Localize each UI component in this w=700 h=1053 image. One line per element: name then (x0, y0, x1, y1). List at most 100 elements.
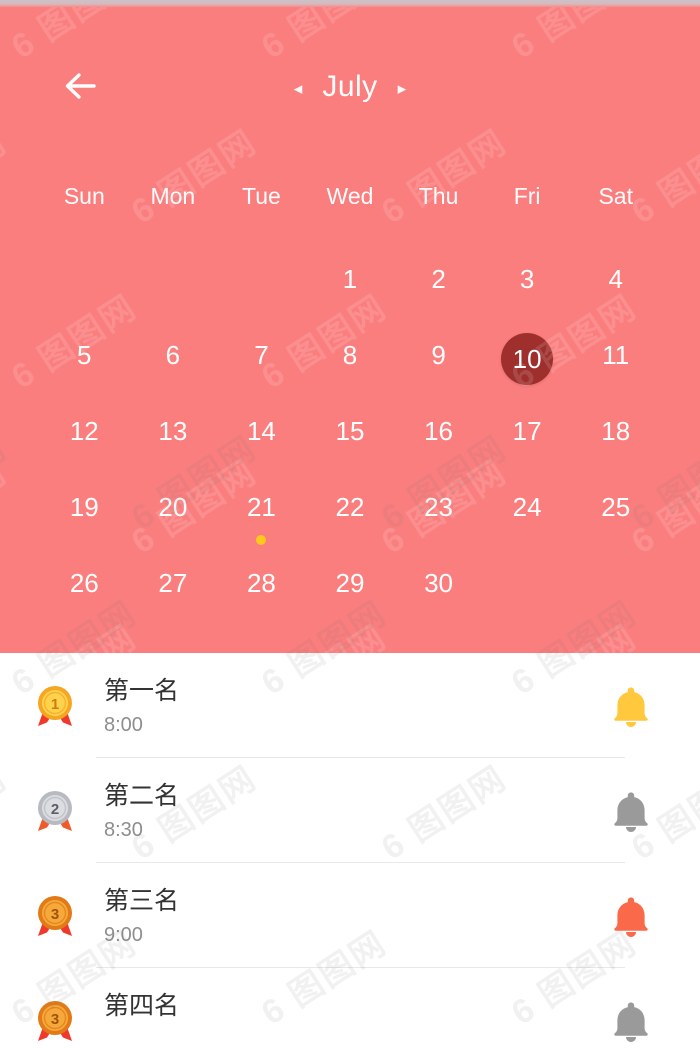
weekday-label-sun: Sun (63, 183, 105, 209)
date-number: 22 (335, 492, 365, 522)
alarm-list: 1 第一名 8:00 2 第二名 8:30 3 第三名 9:00 3 第四名 图… (0, 429, 700, 1053)
list-item-time: 8:30 (104, 818, 143, 841)
date-cell-3[interactable]: 3 (483, 257, 572, 333)
date-cell-16[interactable]: 16 (394, 409, 483, 485)
list-item-text: 第二名 8:30 (104, 779, 179, 845)
date-number: 25 (601, 492, 631, 522)
date-grid: 1 2 3 4 5 6 7 8 9 10 11 12 13 14 15 16 17 18 19 20 21 22 23 24 2… (40, 257, 660, 637)
rank-medal: 3 (28, 889, 82, 943)
gold-medal-icon: 1 (38, 685, 72, 726)
month-label: July (322, 70, 378, 103)
svg-text:1: 1 (51, 696, 59, 713)
alarm-toggle-bell[interactable] (607, 787, 655, 835)
date-number: 27 (158, 568, 188, 598)
list-item-title: 第四名 (104, 991, 180, 1020)
date-cell-18[interactable]: 18 (571, 409, 660, 485)
date-cell-5[interactable]: 5 (40, 333, 129, 409)
date-number: 18 (601, 416, 631, 446)
bronze-medal-icon: 3 (38, 1000, 72, 1041)
date-cell-15[interactable]: 15 (306, 409, 395, 485)
date-number: 7 (254, 340, 269, 370)
date-number: 8 (342, 340, 358, 370)
date-cell-6[interactable]: 6 (129, 333, 218, 409)
date-cell-7[interactable]: 7 (217, 333, 306, 409)
date-cell-17[interactable]: 17 (483, 409, 572, 485)
date-number: 3 (519, 264, 535, 294)
weekday-label-thu: Thu (418, 183, 459, 209)
list-item-title: 第一名 (104, 676, 180, 705)
date-cell-empty (129, 257, 218, 333)
date-number: 6 (165, 340, 181, 370)
date-cell-10[interactable]: 10 (483, 333, 572, 409)
date-cell-1[interactable]: 1 (306, 257, 395, 333)
date-cell-14[interactable]: 14 (217, 409, 306, 485)
bell-icon (614, 792, 648, 832)
date-cell-empty (40, 257, 129, 333)
date-number: 9 (431, 340, 446, 370)
date-cell-8[interactable]: 8 (306, 333, 395, 409)
date-cell-21[interactable]: 21 (217, 485, 306, 561)
date-number: 28 (246, 568, 276, 598)
month-navigator: ◂ July ▸ (0, 63, 700, 111)
weekday-label-tue: Tue (242, 183, 281, 209)
date-cell-11[interactable]: 11 (571, 333, 660, 409)
event-dot-indicator (256, 535, 267, 545)
date-number: 24 (512, 492, 542, 522)
list-item-title: 第二名 (104, 781, 180, 810)
date-cell-empty (217, 257, 306, 333)
date-cell-29[interactable]: 29 (306, 561, 395, 637)
rank-medal: 1 (28, 679, 82, 733)
weekday-label-fri: Fri (513, 183, 541, 209)
list-item[interactable]: 3 第三名 9:00 (0, 863, 700, 968)
list-item[interactable]: 1 第一名 8:00 (0, 653, 700, 758)
date-number: 14 (246, 416, 276, 446)
date-cell-22[interactable]: 22 (306, 485, 395, 561)
date-number: 5 (77, 340, 92, 370)
date-cell-30[interactable]: 30 (394, 561, 483, 637)
date-cell-2[interactable]: 2 (394, 257, 483, 333)
alarm-toggle-bell[interactable] (607, 892, 655, 940)
calendar-panel: ◂ July ▸ Sun Mon Tue Wed Thu Fri Sat 123456789… (0, 7, 700, 653)
status-bar (0, 0, 700, 7)
date-cell-23[interactable]: 23 (394, 485, 483, 561)
date-number: 2 (431, 264, 446, 294)
next-month-button[interactable]: ▸ (398, 80, 407, 97)
date-cell-4[interactable]: 4 (571, 257, 660, 333)
date-number: 15 (335, 416, 365, 446)
date-cell-20[interactable]: 20 (129, 485, 218, 561)
list-item-text: 第三名 9:00 (104, 884, 179, 950)
date-number: 30 (424, 568, 454, 598)
date-number: 26 (69, 568, 99, 598)
alarm-toggle-bell[interactable] (607, 997, 655, 1045)
rank-medal: 2 (28, 784, 82, 838)
date-number: 23 (424, 492, 454, 522)
rank-medal: 3 (28, 994, 82, 1048)
date-number: 4 (608, 264, 623, 294)
list-item[interactable]: 3 第四名 (0, 968, 700, 1053)
bell-icon (614, 897, 648, 937)
alarm-toggle-bell[interactable] (607, 682, 655, 730)
date-cell-26[interactable]: 26 (40, 561, 129, 637)
list-item[interactable]: 2 第二名 8:30 (0, 758, 700, 863)
date-cell-19[interactable]: 19 (40, 485, 129, 561)
weekday-label-wed: Wed (326, 183, 374, 209)
date-number: 11 (602, 340, 630, 370)
list-item-time: 8:00 (104, 713, 143, 736)
silver-medal-icon: 2 (38, 790, 72, 831)
prev-month-button[interactable]: ◂ (294, 80, 303, 97)
date-cell-25[interactable]: 25 (571, 485, 660, 561)
svg-text:3: 3 (51, 906, 59, 923)
date-cell-24[interactable]: 24 (483, 485, 572, 561)
date-cell-28[interactable]: 28 (217, 561, 306, 637)
date-number: 20 (158, 492, 188, 522)
watermark-text: 6 图图网 (0, 453, 14, 561)
date-cell-27[interactable]: 27 (129, 561, 218, 637)
list-item-time: 9:00 (104, 923, 143, 946)
calendar-header: ◂ July ▸ (0, 7, 700, 159)
date-cell-9[interactable]: 9 (394, 333, 483, 409)
svg-text:3: 3 (51, 1011, 59, 1028)
date-cell-13[interactable]: 13 (129, 409, 218, 485)
date-number: 16 (424, 416, 454, 446)
weekday-label-mon: Mon (150, 183, 196, 209)
date-cell-12[interactable]: 12 (40, 409, 129, 485)
